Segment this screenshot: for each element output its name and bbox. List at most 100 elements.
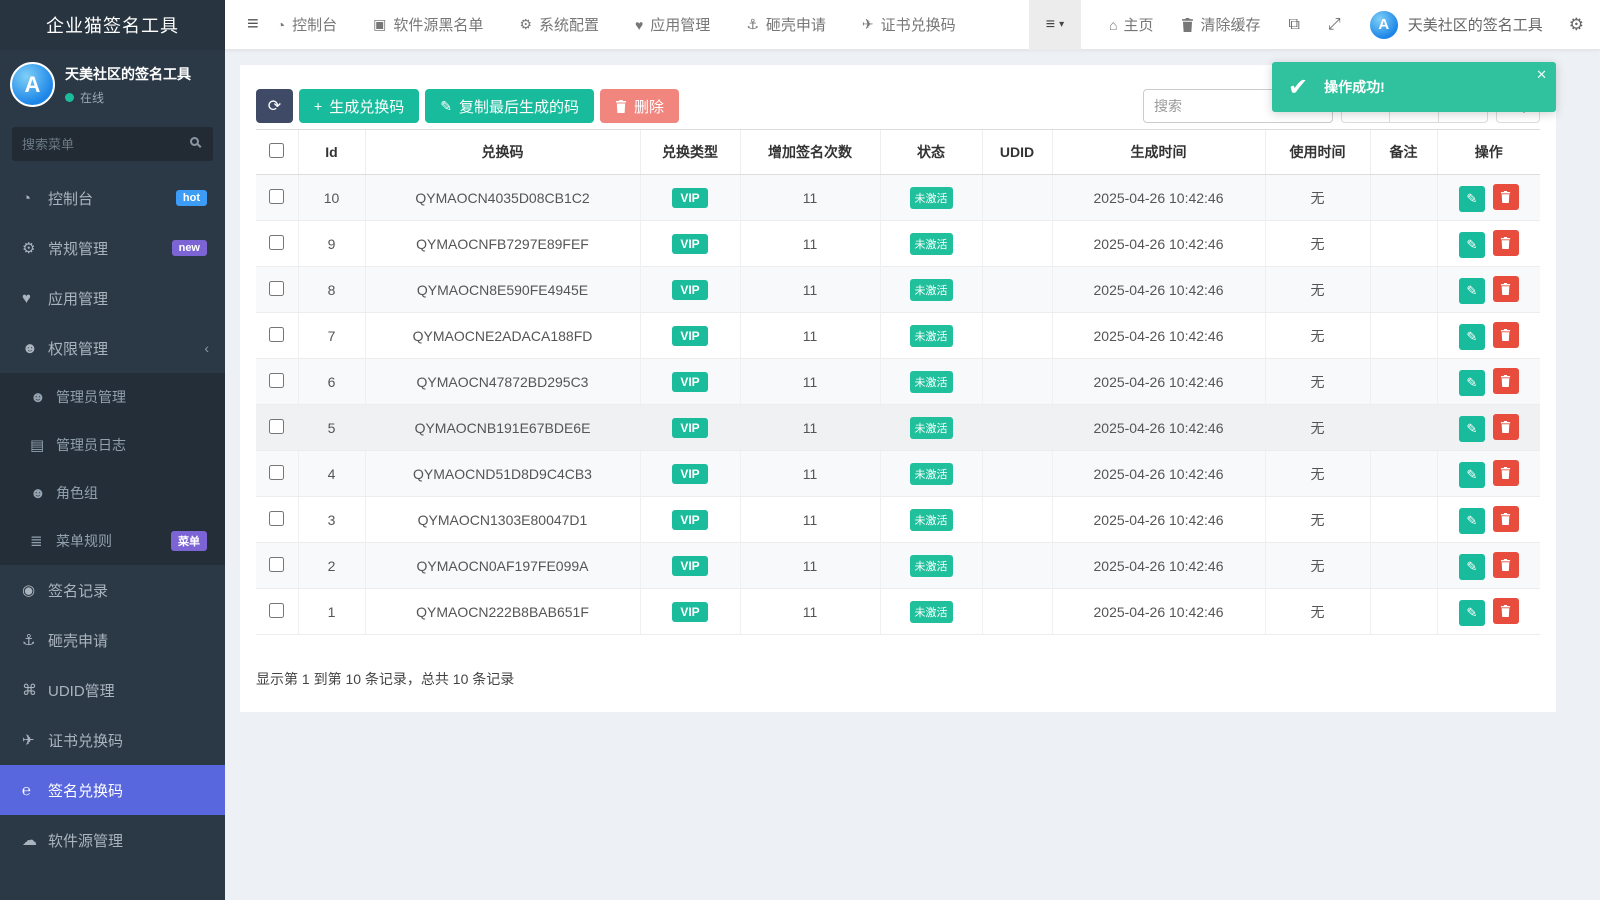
delete-button[interactable]: 删除 [600,89,679,123]
row-checkbox[interactable] [269,465,284,480]
row-edit-button[interactable]: ✎ [1459,508,1485,534]
status-badge: 未激活 [910,325,953,347]
sidebar-item-role-group[interactable]: ☻ 角色组 [0,469,225,517]
cell-remark [1370,175,1437,221]
sidebar-item-admin-manage[interactable]: ☻ 管理员管理 [0,373,225,421]
cell-remark [1370,497,1437,543]
cell-remark [1370,267,1437,313]
cell-created: 2025-04-26 10:42:46 [1052,543,1265,589]
cell-remark [1370,313,1437,359]
row-checkbox[interactable] [269,511,284,526]
settings-gear-icon[interactable]: ⚙ [1569,15,1584,35]
row-edit-button[interactable]: ✎ [1459,554,1485,580]
type-badge: VIP [672,556,707,576]
topnav-item-app-manage[interactable]: ♥ 应用管理 [635,14,710,35]
home-link[interactable]: ⌂ 主页 [1109,14,1153,35]
table-menu-dropdown[interactable]: ≡ ▾ [1029,0,1081,50]
sidebar-item-admin-log[interactable]: ▤ 管理员日志 [0,421,225,469]
topnav-item-cert-codes[interactable]: ✈ 证书兑换码 [862,14,956,35]
generate-code-button[interactable]: + 生成兑换码 [299,89,419,123]
cell-created: 2025-04-26 10:42:46 [1052,221,1265,267]
row-delete-button[interactable] [1493,230,1519,256]
select-all-checkbox[interactable] [269,143,284,158]
row-delete-button[interactable] [1493,506,1519,532]
row-checkbox[interactable] [269,603,284,618]
row-edit-button[interactable]: ✎ [1459,416,1485,442]
row-checkbox[interactable] [269,373,284,388]
trash-icon [1500,329,1511,341]
row-checkbox[interactable] [269,327,284,342]
cell-id: 9 [298,221,365,267]
app-brand: 企业猫签名工具 [0,0,225,50]
topnav-item-console[interactable]: ◔ 控制台 [277,14,337,35]
type-badge: VIP [672,372,707,392]
expand-icon[interactable]: ⤢ [1328,16,1341,34]
cloud-icon: ☁ [22,831,48,849]
sidebar-item-console[interactable]: ◔ 控制台 hot [0,173,225,223]
row-delete-button[interactable] [1493,276,1519,302]
avatar: A [10,62,55,107]
sidebar-badge: 菜单 [171,531,207,551]
copy-last-code-button[interactable]: ✎ 复制最后生成的码 [425,89,594,123]
row-edit-button[interactable]: ✎ [1459,600,1485,626]
cell-used: 无 [1265,313,1370,359]
row-edit-button[interactable]: ✎ [1459,324,1485,350]
cell-udid [982,497,1052,543]
chevron-left-icon: ‹ [204,340,209,356]
row-checkbox[interactable] [269,235,284,250]
cell-count: 11 [740,359,880,405]
refresh-button[interactable]: ⟳ [256,89,293,123]
row-delete-button[interactable] [1493,414,1519,440]
log-icon: ▤ [30,436,56,454]
row-delete-button[interactable] [1493,322,1519,348]
hamburger-icon[interactable]: ≡ [247,13,259,36]
sidebar-item-sign-records[interactable]: ◉ 签名记录 [0,565,225,615]
toast-message: 操作成功! [1324,77,1385,97]
records-summary: 显示第 1 到第 10 条记录，总共 10 条记录 [256,669,1540,689]
blacklist-icon: ▣ [373,16,386,33]
clear-cache-link[interactable]: 清除缓存 [1181,14,1260,35]
sidebar-item-apps[interactable]: ♥ 应用管理 [0,273,225,323]
type-badge: VIP [672,602,707,622]
row-delete-button[interactable] [1493,368,1519,394]
sidebar-item-shell-dump[interactable]: ⚓ 砸壳申请 [0,615,225,665]
trash-icon [1500,559,1511,571]
row-edit-button[interactable]: ✎ [1459,370,1485,396]
row-delete-button[interactable] [1493,184,1519,210]
topnav-item-source-blacklist[interactable]: ▣ 软件源黑名单 [373,14,483,35]
topnav-item-shell-dump[interactable]: ⚓ 砸壳申请 [746,14,826,35]
row-checkbox[interactable] [269,281,284,296]
user-menu[interactable]: A 天美社区的签名工具 [1369,10,1543,40]
sidebar-item-udid-manage[interactable]: ⌘ UDID管理 [0,665,225,715]
sidebar-item-source-manage[interactable]: ☁ 软件源管理 [0,815,225,865]
row-delete-button[interactable] [1493,460,1519,486]
status-badge: 未激活 [910,417,953,439]
sidebar-item-menu-rules[interactable]: ≣ 菜单规则 菜单 [0,517,225,565]
sidebar-item-permissions[interactable]: ☻ 权限管理 ‹ [0,323,225,373]
row-edit-button[interactable]: ✎ [1459,278,1485,304]
row-checkbox[interactable] [269,419,284,434]
send-icon: ✈ [22,731,48,749]
pencil-icon: ✎ [1466,513,1477,529]
row-edit-button[interactable]: ✎ [1459,186,1485,212]
row-edit-button[interactable]: ✎ [1459,462,1485,488]
table-body: 10 QYMAOCN4035D08CB1C2 VIP 11 未激活 2025-0… [256,175,1540,635]
send-icon: ✈ [862,16,874,33]
sidebar-item-sign-codes[interactable]: ℮ 签名兑换码 [0,765,225,815]
row-checkbox[interactable] [269,557,284,572]
close-icon[interactable]: ✕ [1536,67,1547,83]
row-delete-button[interactable] [1493,552,1519,578]
sidebar-item-cert-codes[interactable]: ✈ 证书兑换码 [0,715,225,765]
topnav-item-system-config[interactable]: ⚙ 系统配置 [519,14,599,35]
sidebar-search-input[interactable] [12,127,213,161]
row-delete-button[interactable] [1493,598,1519,624]
row-edit-button[interactable]: ✎ [1459,232,1485,258]
row-checkbox[interactable] [269,189,284,204]
clone-icon[interactable]: ⧉ [1288,16,1299,34]
cell-created: 2025-04-26 10:42:46 [1052,589,1265,635]
sidebar-item-general[interactable]: ⚙ 常规管理 new [0,223,225,273]
trash-icon [1500,467,1511,479]
record-icon: ◉ [22,581,48,599]
column-header: 生成时间 [1052,130,1265,175]
cell-remark [1370,405,1437,451]
